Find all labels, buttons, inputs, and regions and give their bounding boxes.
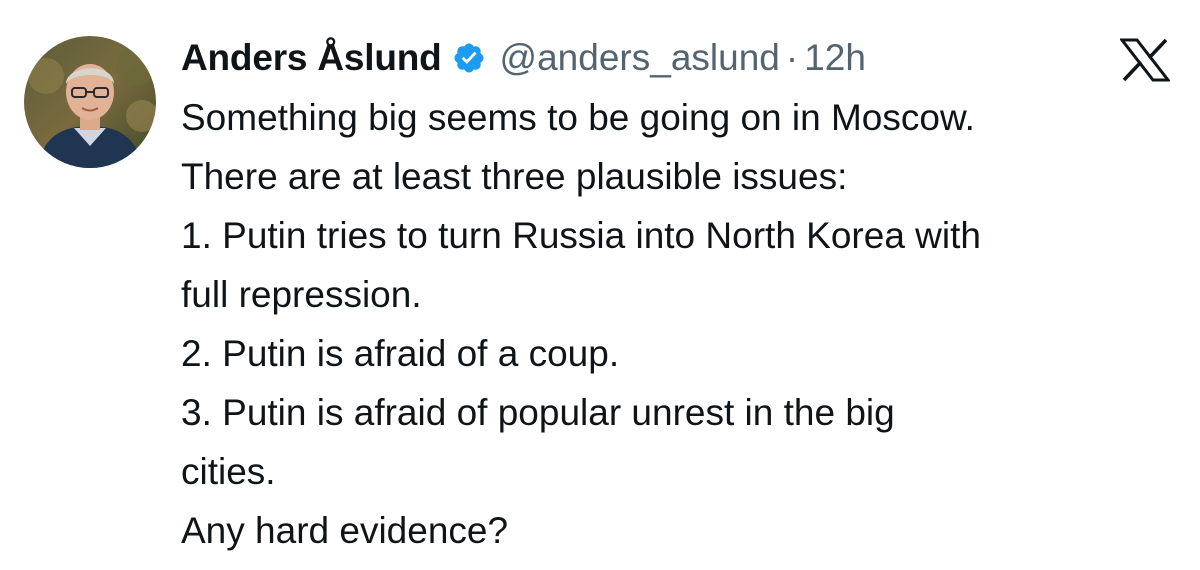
author-handle[interactable]: @anders_aslund bbox=[500, 37, 780, 79]
tweet-line: full repression. bbox=[181, 274, 422, 315]
tweet-line: There are at least three plausible issue… bbox=[181, 156, 848, 197]
author-name[interactable]: Anders Åslund bbox=[181, 37, 442, 79]
tweet-line: Something big seems to be going on in Mo… bbox=[181, 97, 975, 138]
tweet-text: Something big seems to be going on in Mo… bbox=[181, 88, 1181, 560]
separator-dot: · bbox=[785, 37, 799, 78]
tweet-line: 3. Putin is afraid of popular unrest in … bbox=[181, 392, 895, 433]
verified-badge-icon[interactable] bbox=[452, 41, 486, 75]
tweet-card: Anders Åslund @anders_aslund · 12h Somet… bbox=[0, 0, 1200, 570]
profile-photo bbox=[24, 36, 156, 168]
tweet-header: Anders Åslund @anders_aslund · 12h bbox=[181, 34, 866, 82]
tweet-line: 2. Putin is afraid of a coup. bbox=[181, 333, 620, 374]
timestamp[interactable]: 12h bbox=[804, 37, 866, 79]
avatar[interactable] bbox=[24, 36, 156, 168]
tweet-line: cities. bbox=[181, 451, 276, 492]
tweet-line: Any hard evidence? bbox=[181, 510, 509, 551]
x-logo-icon[interactable] bbox=[1118, 38, 1172, 82]
tweet-line: 1. Putin tries to turn Russia into North… bbox=[181, 215, 981, 256]
